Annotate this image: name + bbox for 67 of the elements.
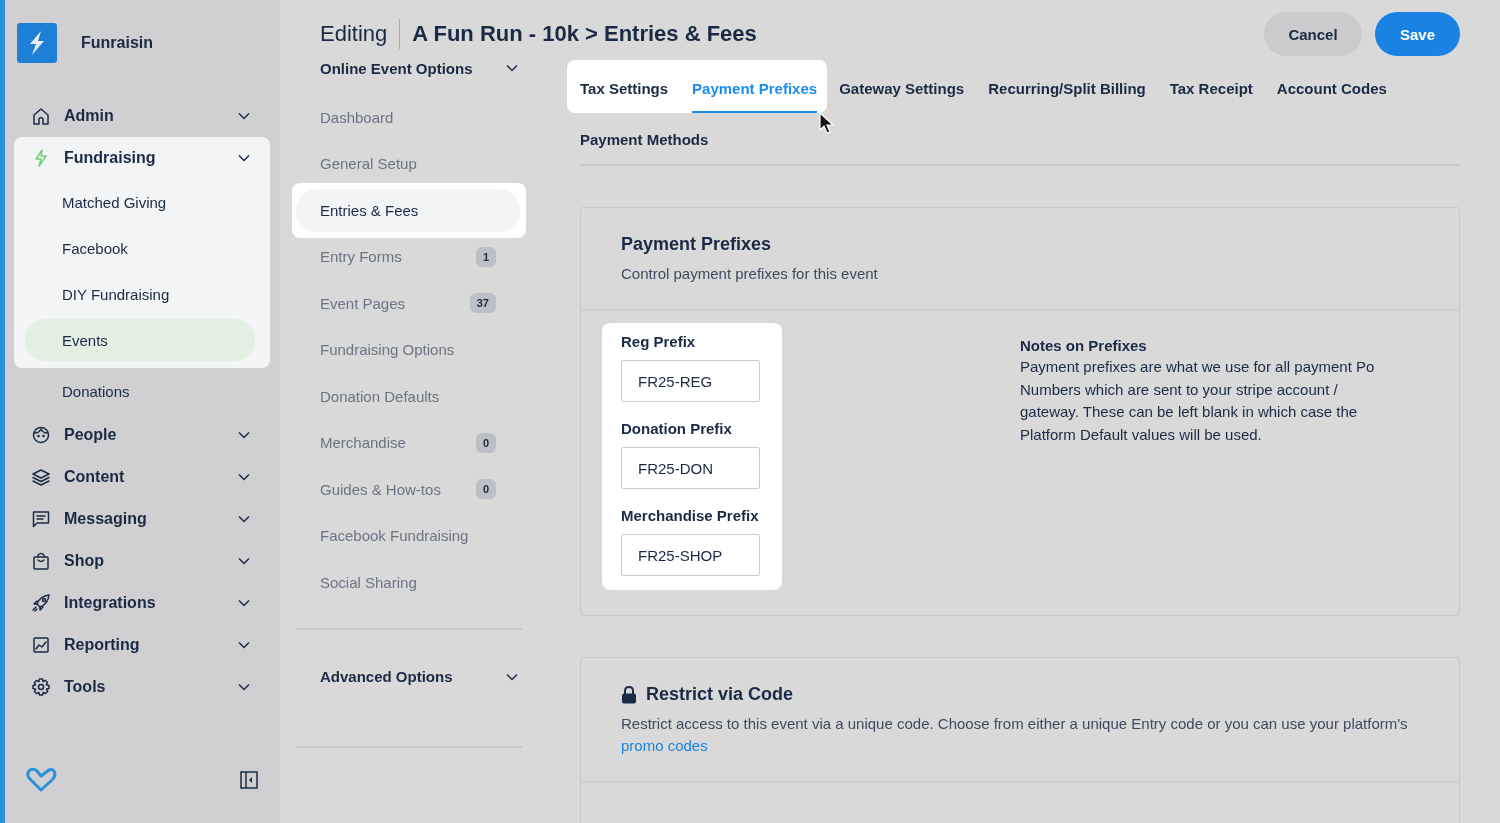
chevron-icon xyxy=(238,557,250,565)
tab[interactable]: Gateway Settings xyxy=(839,60,965,113)
chevron-icon xyxy=(238,112,250,120)
collapse-sidebar-icon[interactable] xyxy=(240,771,258,789)
sidebar-item[interactable]: Admin xyxy=(14,95,270,137)
heart-icon xyxy=(25,767,57,793)
brand-name: Funraisin xyxy=(81,34,153,52)
sidebar-subitem[interactable]: Events xyxy=(25,319,255,361)
count-badge: 0 xyxy=(475,432,496,453)
count-badge: 0 xyxy=(475,479,496,500)
sidebar-item[interactable]: Content xyxy=(14,456,270,498)
sidebar-item[interactable]: Tools xyxy=(14,666,270,708)
tab[interactable]: Recurring/Split Billing xyxy=(988,60,1146,113)
nav-icon xyxy=(31,551,51,571)
tab[interactable]: Account Codes xyxy=(1276,60,1387,113)
sidebar-subitem[interactable]: Donations xyxy=(25,370,255,412)
sidebar-item[interactable]: Shop xyxy=(14,540,270,582)
chevron-icon xyxy=(238,641,250,649)
editing-label: Editing xyxy=(320,21,388,47)
sidebar-item[interactable]: Integrations xyxy=(14,582,270,624)
chevron-icon xyxy=(238,154,250,162)
nav-icon xyxy=(31,425,51,445)
notes-title: Notes on Prefixes xyxy=(1020,337,1148,354)
subnav-item[interactable]: Merchandise 0 xyxy=(296,421,520,464)
field-label: Merchandise Prefix xyxy=(621,507,760,524)
card-title: Restrict via Code xyxy=(646,684,794,705)
logo-icon xyxy=(17,23,57,63)
chevron-icon xyxy=(238,515,250,523)
subnav-item[interactable]: Guides & How-tos 0 xyxy=(296,468,520,511)
nav-icon xyxy=(31,467,51,487)
subnav-item[interactable]: Entries & Fees xyxy=(296,189,520,232)
card-subtitle: Control payment prefixes for this event xyxy=(621,264,879,284)
count-badge: 37 xyxy=(469,293,496,314)
nav-icon xyxy=(31,593,51,613)
save-button[interactable]: Save xyxy=(1375,12,1460,56)
chevron-icon xyxy=(238,473,250,481)
nav-icon xyxy=(31,509,51,529)
lock-icon xyxy=(621,685,637,704)
notes-text: Payment prefixes are what we use for all payment Po Numbers which are sent to your stripe account / gateway. These can be left blank in which case the Platform Default values will be used. xyxy=(1020,357,1376,445)
chevron-icon xyxy=(238,431,250,439)
section-header[interactable]: Online Event Options xyxy=(296,56,522,80)
sidebar-item[interactable]: Messaging xyxy=(14,498,270,540)
sidebar-item[interactable]: People xyxy=(14,414,270,456)
chevron-icon xyxy=(506,64,518,72)
chevron-icon xyxy=(238,599,250,607)
chevron-icon xyxy=(506,672,518,681)
input-field[interactable]: FR25-SHOP xyxy=(621,534,760,576)
nav-icon xyxy=(31,106,51,126)
subnav-item[interactable]: Event Pages 37 xyxy=(296,282,520,325)
count-badge: 1 xyxy=(475,246,496,267)
input-field[interactable]: FR25-DON xyxy=(621,447,760,489)
input-field[interactable]: FR25-REG xyxy=(621,360,760,402)
field-label: Reg Prefix xyxy=(621,333,697,350)
chevron-icon xyxy=(238,683,250,691)
sidebar-item[interactable]: Reporting xyxy=(14,624,270,666)
tab[interactable]: Payment Methods xyxy=(580,113,709,150)
card-description: Restrict access to this event via a unique code. Choose from either a unique Entry code or you can use your platform's promo codes xyxy=(621,714,1409,756)
cancel-button[interactable]: Cancel xyxy=(1264,12,1362,56)
sidebar-item[interactable]: Fundraising xyxy=(14,137,270,179)
nav-icon xyxy=(31,677,51,697)
section-header[interactable]: Advanced Options xyxy=(296,629,522,724)
subnav-item[interactable]: Entry Forms 1 xyxy=(296,235,520,278)
field-label: Donation Prefix xyxy=(621,420,733,437)
card-title: Payment Prefixes xyxy=(621,234,773,255)
page-title: A Fun Run - 10k > Entries & Fees xyxy=(412,21,757,47)
tab[interactable]: Tax Receipt xyxy=(1169,60,1253,113)
nav-icon xyxy=(31,635,51,655)
